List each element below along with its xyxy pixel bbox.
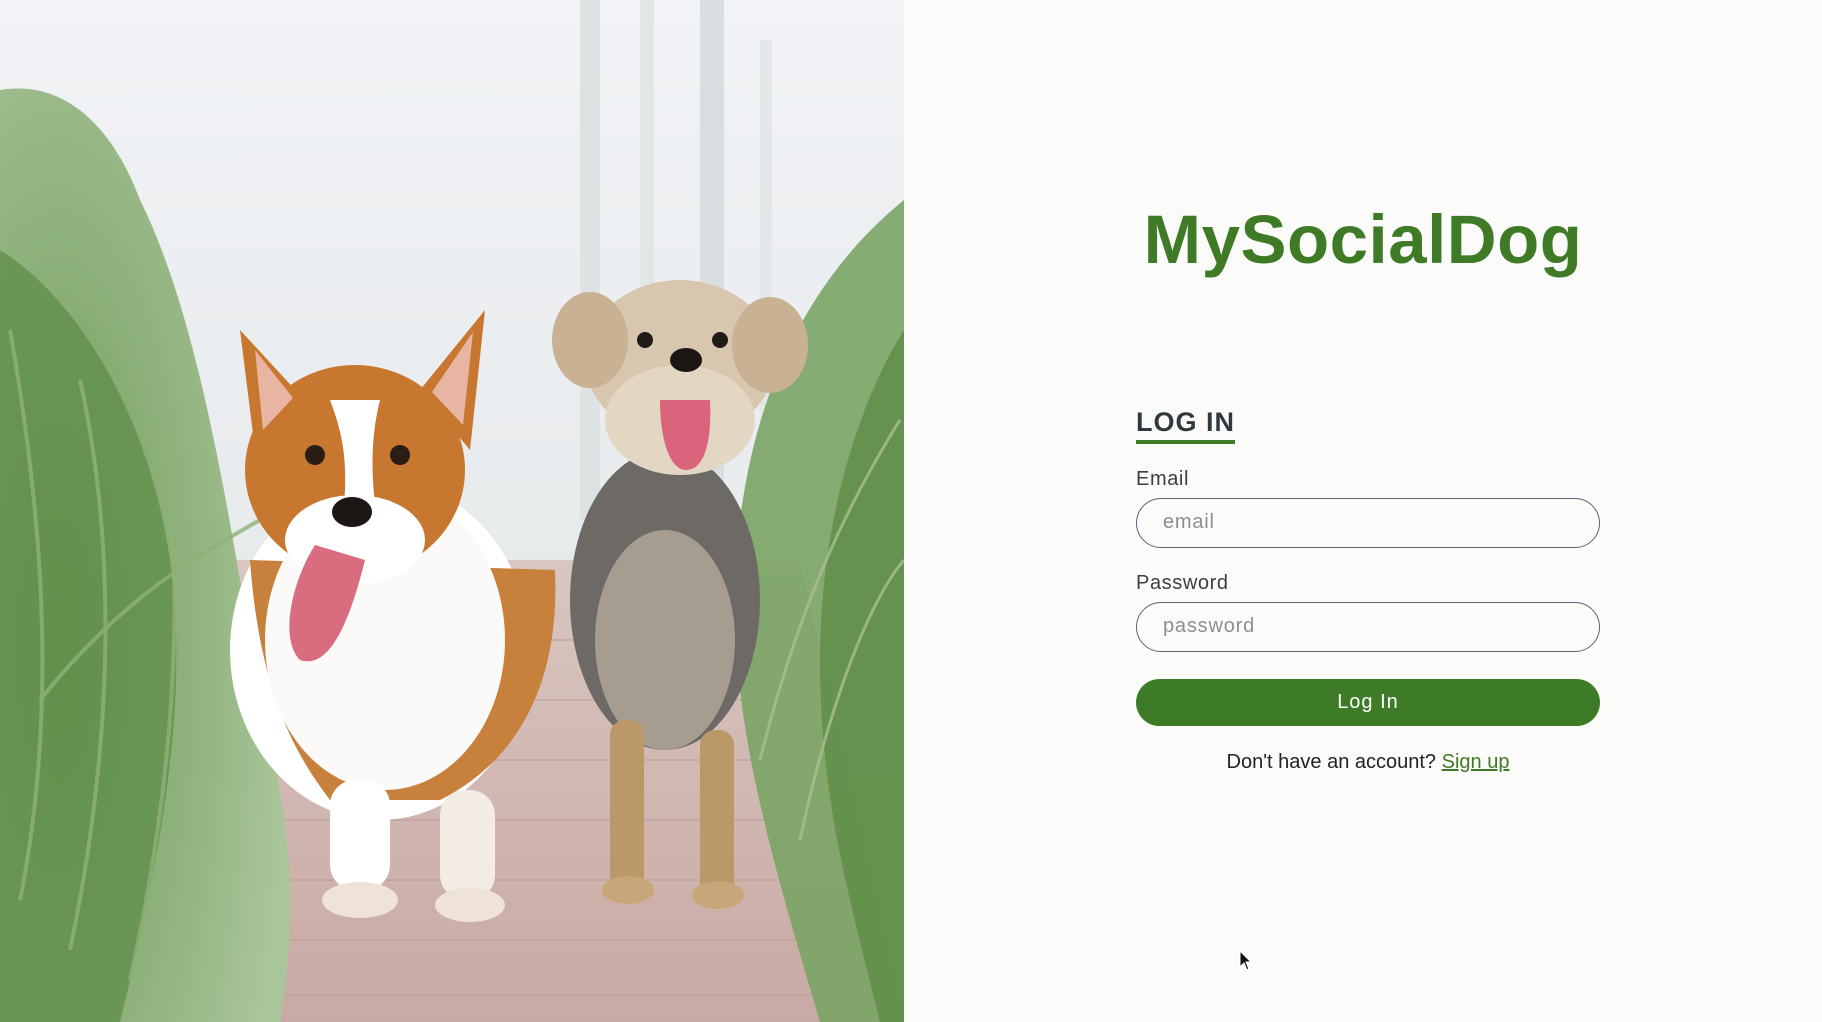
password-input[interactable] (1136, 601, 1600, 652)
login-form: LOG IN Email Password Log In Don't have … (1136, 407, 1600, 774)
password-label: Password (1136, 571, 1229, 594)
email-label: Email (1136, 467, 1190, 490)
login-panel: MySocialDog LOG IN Email Password Log In… (904, 0, 1822, 1022)
dogs-photo-illustration (0, 0, 904, 1022)
login-heading: LOG IN (1136, 407, 1235, 444)
mouse-cursor-icon (1239, 950, 1253, 971)
signup-prompt: Don't have an account? (1226, 750, 1437, 773)
login-page: MySocialDog LOG IN Email Password Log In… (0, 0, 1822, 1022)
signup-row: Don't have an account? Sign up (1136, 751, 1600, 774)
signup-link[interactable]: Sign up (1442, 751, 1510, 773)
email-input[interactable] (1136, 497, 1600, 548)
login-button[interactable]: Log In (1136, 678, 1600, 726)
app-logo-title: MySocialDog (1143, 201, 1583, 278)
hero-image (0, 0, 904, 1022)
